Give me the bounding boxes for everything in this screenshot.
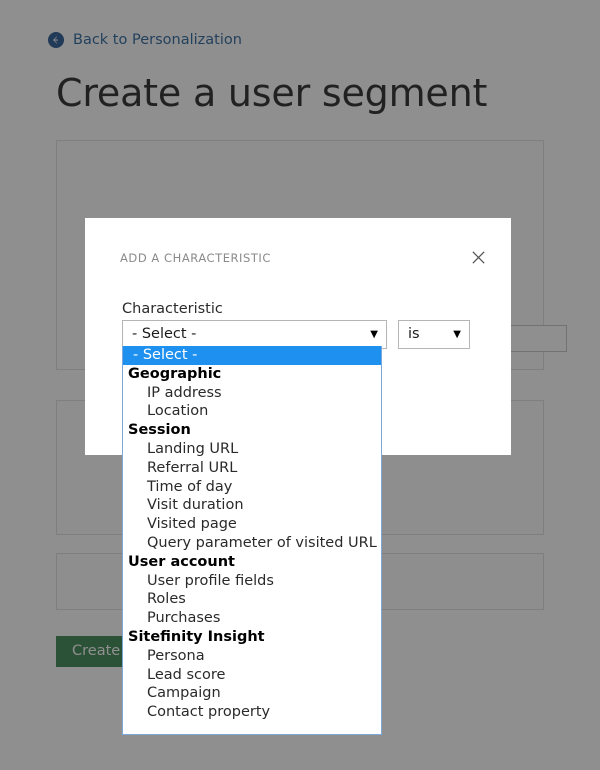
dropdown-option[interactable]: Landing URL [123, 440, 381, 459]
dropdown-option[interactable]: Lead score [123, 666, 381, 685]
dropdown-option[interactable]: Time of day [123, 478, 381, 497]
dropdown-option[interactable]: Purchases [123, 609, 381, 628]
dropdown-option[interactable]: - Select - [123, 346, 381, 365]
dropdown-option-group: Sitefinity Insight [123, 628, 381, 647]
dropdown-option-list: - Select -GeographicIP addressLocationSe… [123, 346, 381, 722]
dropdown-option[interactable]: Visit duration [123, 496, 381, 515]
operator-select-value: is [399, 321, 453, 348]
dropdown-option[interactable]: User profile fields [123, 572, 381, 591]
chevron-down-icon: ▼ [370, 330, 386, 340]
characteristic-dropdown-listbox[interactable]: - Select -GeographicIP addressLocationSe… [122, 346, 382, 735]
dropdown-option[interactable]: Campaign [123, 684, 381, 703]
characteristic-select[interactable]: - Select - ▼ [122, 320, 387, 349]
modal-heading: ADD A CHARACTERISTIC [120, 251, 271, 265]
characteristic-field-label: Characteristic [122, 300, 223, 318]
close-icon[interactable] [467, 246, 489, 268]
dropdown-option-group: Geographic [123, 365, 381, 384]
dropdown-option-group: User account [123, 553, 381, 572]
characteristic-select-value: - Select - [123, 321, 370, 348]
dropdown-option[interactable]: Visited page [123, 515, 381, 534]
dropdown-option[interactable]: IP address [123, 384, 381, 403]
dropdown-option-group: Session [123, 421, 381, 440]
dropdown-option[interactable]: Contact property [123, 703, 381, 722]
dropdown-option[interactable]: Roles [123, 590, 381, 609]
dropdown-option[interactable]: Persona [123, 647, 381, 666]
chevron-down-icon: ▼ [453, 330, 469, 340]
operator-select[interactable]: is ▼ [398, 320, 470, 349]
dropdown-option[interactable]: Referral URL [123, 459, 381, 478]
dropdown-option[interactable]: Location [123, 402, 381, 421]
dropdown-option[interactable]: Query parameter of visited URL [123, 534, 381, 553]
